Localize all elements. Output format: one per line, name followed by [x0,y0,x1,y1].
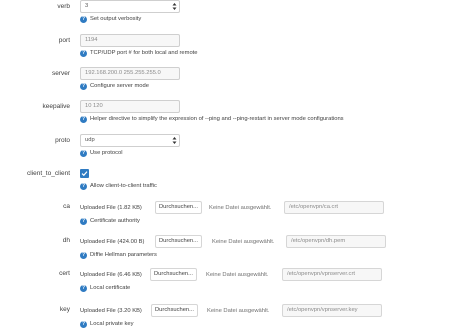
verb-value: 3 [85,3,89,9]
help-circle-icon: ? [80,182,87,190]
dh-browse-button[interactable]: Durchsuchen... [155,235,202,248]
proto-label: proto [55,137,70,144]
keepalive-value: 10 120 [85,103,103,109]
ca-label: ca [63,203,70,210]
ca-help: ? Certificate authority [80,217,140,225]
help-circle-icon: ? [80,149,87,157]
dh-no-file-text: Keine Datei ausgewählt. [212,239,275,245]
client-to-client-checkbox[interactable] [80,169,89,178]
proto-help: ? Use protocol [80,149,123,157]
verb-label: verb [57,3,70,10]
cert-label: cert [59,270,70,277]
port-input[interactable]: 1194 [80,34,180,47]
key-path-input[interactable]: /etc/openvpn/vpnserver.key [282,304,382,317]
keepalive-help: ? Helper directive to simplify the expres… [80,115,344,123]
key-browse-button[interactable]: Durchsuchen... [151,304,198,317]
port-label: port [58,37,70,44]
checkmark-icon [81,171,88,177]
ca-path-input[interactable]: /etc/openvpn/ca.crt [284,201,384,214]
dh-uploaded-info: Uploaded File (424.00 B) [80,239,145,245]
dh-path-input[interactable]: /etc/openvpn/dh.pem [286,235,386,248]
cert-uploaded-info: Uploaded File (6.46 KB) [80,272,142,278]
keepalive-label: keepalive [42,103,70,110]
keepalive-input[interactable]: 10 120 [80,100,180,113]
cert-help: ? Local certificate [80,284,131,292]
cert-browse-button[interactable]: Durchsuchen... [150,268,197,281]
server-label: server [51,70,70,77]
select-arrows-icon [172,3,177,10]
port-help: ? TCP/UDP port # for both local and remot… [80,49,198,57]
help-circle-icon: ? [80,251,87,259]
client-to-client-help: ? Allow client-to-client traffic [80,182,157,190]
key-label: key [59,306,70,313]
help-circle-icon: ? [80,82,87,90]
ca-no-file-text: Keine Datei ausgewählt. [209,205,272,211]
dh-help: ? Diffie Hellman parameters [80,251,157,259]
key-no-file-text: Keine Datei ausgewählt. [207,308,270,314]
dh-label: dh [62,237,70,244]
ca-browse-button[interactable]: Durchsuchen... [155,201,202,214]
verb-help: ? Set output verbosity [80,15,142,23]
help-circle-icon: ? [80,217,87,225]
select-arrows-icon [172,137,177,144]
cert-path-input[interactable]: /etc/openvpn/vpnserver.crt [282,268,382,281]
help-circle-icon: ? [80,15,87,23]
proto-value: udp [85,137,95,143]
client-to-client-label: client_to_client [27,170,70,177]
port-value: 1194 [85,37,98,43]
help-circle-icon: ? [80,49,87,57]
help-circle-icon: ? [80,320,87,328]
server-value: 192.168.200.0 255.255.255.0 [85,70,161,76]
server-help: ? Configure server mode [80,82,149,90]
verb-select[interactable]: 3 [80,0,180,13]
help-circle-icon: ? [80,115,87,123]
key-help: ? Local private key [80,320,134,328]
key-uploaded-info: Uploaded File (3.20 KB) [80,308,142,314]
ca-uploaded-info: Uploaded File (1.82 KB) [80,205,142,211]
cert-no-file-text: Keine Datei ausgewählt. [206,272,269,278]
help-circle-icon: ? [80,284,87,292]
proto-select[interactable]: udp [80,134,180,147]
server-input[interactable]: 192.168.200.0 255.255.255.0 [80,67,180,80]
